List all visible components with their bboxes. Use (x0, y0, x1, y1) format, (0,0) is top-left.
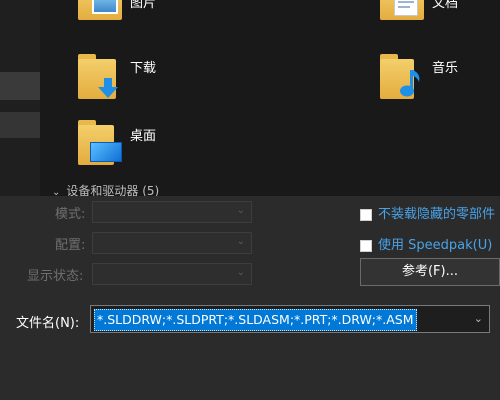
chevron-down-icon: ⌄ (236, 236, 245, 247)
chevron-down-icon: ⌄ (52, 187, 61, 196)
file-browser-pane: 图片 文档 下载 音乐 桌面 ⌄ 设备和驱动器 (5) (0, 0, 500, 196)
downloads-folder-icon (78, 54, 122, 100)
folder-item-desktop[interactable]: 桌面 (78, 120, 198, 168)
display-state-label: 显示状态: (27, 269, 84, 284)
folder-label-pictures: 图片 (130, 0, 157, 11)
hidden-components-checkbox[interactable] (360, 208, 372, 221)
options-pane (0, 196, 500, 400)
folder-item-downloads[interactable]: 下载 (78, 54, 198, 102)
devices-section-label: 设备和驱动器 (5) (66, 184, 160, 196)
music-folder-icon (380, 54, 424, 100)
nav-item[interactable] (0, 72, 40, 100)
mode-dropdown[interactable]: ⌄ (92, 201, 252, 223)
devices-section-header[interactable]: ⌄ 设备和驱动器 (5) (52, 182, 159, 196)
desktop-folder-icon (78, 120, 122, 166)
speedpak-checkbox[interactable] (360, 239, 372, 252)
documents-folder-icon (380, 0, 424, 20)
chevron-down-icon[interactable]: ⌄ (474, 312, 483, 325)
folder-item-documents[interactable]: 文档 (380, 0, 500, 22)
chevron-down-icon: ⌄ (236, 267, 245, 278)
display-state-dropdown[interactable]: ⌄ (92, 263, 252, 285)
folder-label-downloads: 下载 (130, 61, 157, 76)
hidden-components-label: 不装载隐藏的零部件 (378, 207, 496, 222)
nav-item[interactable] (0, 112, 40, 138)
config-dropdown[interactable]: ⌄ (92, 232, 252, 254)
filename-label: 文件名(N): (16, 316, 80, 331)
speedpak-option[interactable]: 使用 Speedpak(U) (360, 234, 492, 253)
hidden-components-option[interactable]: 不装载隐藏的零部件 (360, 203, 495, 222)
filename-input[interactable]: *.SLDDRW;*.SLDPRT;*.SLDASM;*.PRT;*.DRW;*… (90, 305, 490, 333)
folder-label-music: 音乐 (432, 61, 459, 76)
config-label: 配置: (55, 238, 86, 253)
mode-label: 模式: (55, 207, 86, 222)
chevron-down-icon: ⌄ (236, 205, 245, 216)
pictures-folder-icon (78, 0, 122, 20)
folder-label-desktop: 桌面 (130, 129, 157, 144)
filename-value[interactable]: *.SLDDRW;*.SLDPRT;*.SLDASM;*.PRT;*.DRW;*… (94, 309, 417, 331)
speedpak-label: 使用 Speedpak(U) (378, 238, 493, 253)
folder-item-music[interactable]: 音乐 (380, 54, 500, 102)
browse-button[interactable]: 参考(F)... (360, 258, 500, 286)
navigation-pane (0, 0, 40, 196)
folder-item-pictures[interactable]: 图片 (78, 0, 198, 22)
folder-label-documents: 文档 (432, 0, 459, 11)
